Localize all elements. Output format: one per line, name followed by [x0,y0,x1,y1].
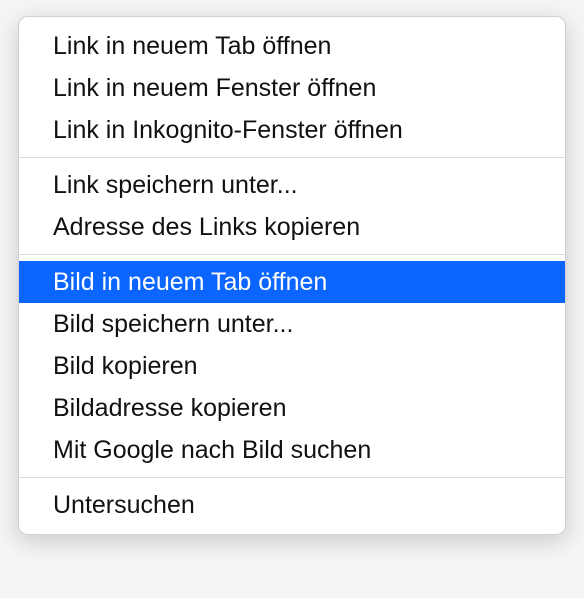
menu-item-copy-link-address[interactable]: Adresse des Links kopieren [19,206,565,248]
menu-separator [19,157,565,158]
menu-item-inspect[interactable]: Untersuchen [19,484,565,526]
menu-item-search-google-image[interactable]: Mit Google nach Bild suchen [19,429,565,471]
menu-item-save-image[interactable]: Bild speichern unter... [19,303,565,345]
menu-item-copy-image[interactable]: Bild kopieren [19,345,565,387]
menu-item-copy-image-address[interactable]: Bildadresse kopieren [19,387,565,429]
menu-separator [19,477,565,478]
menu-item-link-new-window[interactable]: Link in neuem Fenster öffnen [19,67,565,109]
menu-item-link-new-tab[interactable]: Link in neuem Tab öffnen [19,25,565,67]
menu-item-link-incognito[interactable]: Link in Inkognito-Fenster öffnen [19,109,565,151]
context-menu: Link in neuem Tab öffnen Link in neuem F… [18,16,566,535]
menu-item-save-link[interactable]: Link speichern unter... [19,164,565,206]
menu-separator [19,254,565,255]
menu-item-image-new-tab[interactable]: Bild in neuem Tab öffnen [19,261,565,303]
